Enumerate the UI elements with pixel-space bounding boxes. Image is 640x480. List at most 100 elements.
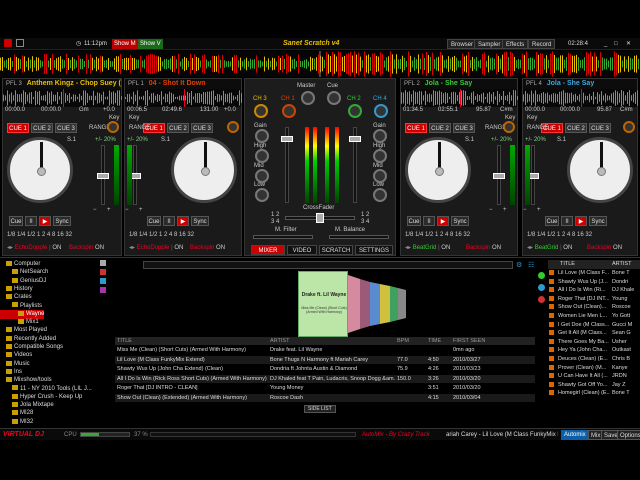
side-list-item[interactable]: Shawty Got Off Yo... Jay Z (548, 381, 640, 390)
filter-folder-icon[interactable] (100, 287, 106, 293)
play-button[interactable]: ▶ (177, 216, 189, 226)
key-knob[interactable] (107, 121, 119, 133)
jog-wheel[interactable] (567, 137, 633, 203)
low-knob-right[interactable] (373, 188, 387, 202)
play-button[interactable]: ▶ (39, 216, 51, 226)
table-row[interactable]: Lil Love (M Class FunkyMix Extend) Bone T… (115, 355, 535, 364)
tab-mixer[interactable]: MIXER (251, 245, 285, 255)
loop-length-buttons[interactable]: 1/8 1/4 1/2 1 2 4 8 16 32 (527, 230, 592, 240)
key-knob[interactable] (623, 121, 635, 133)
side-list-item[interactable]: All I Do Is Win (Ri... DJ Khale (548, 286, 640, 295)
effect-on-button[interactable]: ON (174, 245, 183, 251)
column-header[interactable]: FIRST SEEN (453, 337, 503, 345)
mid-knob-right[interactable] (373, 169, 387, 183)
pfl-button[interactable]: PFL 4 (523, 81, 545, 87)
side-list-item[interactable]: Lil Love (M Class F... Bone T (548, 269, 640, 278)
options-button[interactable]: Options (617, 430, 640, 440)
pitch-minus-button[interactable]: − (93, 207, 97, 213)
side-list-item[interactable]: I Get Doe (M Class... Gucci M (548, 321, 640, 330)
search-options-icon[interactable]: ⚙ (516, 261, 522, 269)
sync-button[interactable]: Sync (451, 216, 469, 226)
cue-button[interactable]: Cue (147, 216, 161, 226)
effect-on-button[interactable]: ON (441, 245, 450, 251)
side-list-item[interactable]: Hey Ya (John Cha... Outkast (548, 346, 640, 355)
key-knob[interactable] (227, 121, 239, 133)
show-m-button[interactable]: Show M (112, 39, 138, 49)
table-row[interactable]: Shawty Wus Up (John Cha Extend) (Clean) D… (115, 365, 535, 373)
tab-settings[interactable]: SETTINGS (355, 245, 393, 255)
pfl-button[interactable]: PFL 2 (401, 81, 423, 87)
tree-item[interactable]: MI32 (0, 418, 33, 427)
cue2-button[interactable]: CUE 2 (429, 123, 451, 133)
pfl-button[interactable]: PFL 3 (3, 81, 25, 87)
ch2-knob[interactable] (348, 104, 362, 118)
jog-wheel[interactable] (171, 137, 237, 203)
high-knob-right[interactable] (373, 149, 387, 163)
side-list-item[interactable]: Prover (Clean) (M... Kanye (548, 364, 640, 373)
pitch-slider[interactable] (527, 145, 539, 205)
pitch-plus-button[interactable]: + (107, 207, 111, 213)
crossfader-handle[interactable] (316, 213, 324, 223)
jog-wheel[interactable] (7, 137, 73, 203)
table-row[interactable]: Roger That [DJ INTRO - CLEAN] Young Money… (115, 384, 535, 392)
side-list-item[interactable]: Deuces (Clean) (E... Chris B (548, 355, 640, 364)
pause-button[interactable]: II (561, 216, 573, 226)
tab-video[interactable]: VIDEO (287, 245, 317, 255)
search-input[interactable] (143, 261, 513, 269)
side-list-button[interactable]: SIDE LIST (304, 405, 336, 413)
effect-on-button[interactable]: ON (563, 245, 572, 251)
cue2-button[interactable]: CUE 2 (565, 123, 587, 133)
effect-name[interactable]: BeatGrid (413, 245, 437, 251)
sampler-on-button[interactable]: ON (613, 245, 622, 251)
cue2-button[interactable]: CUE 2 (31, 123, 53, 133)
mid-knob-left[interactable] (255, 169, 269, 183)
pfl-button[interactable]: PFL 1 (125, 81, 147, 87)
sampler-name[interactable]: Backspin (466, 245, 490, 251)
column-header[interactable]: ARTIST (612, 260, 631, 269)
cue3-button[interactable]: CUE 3 (55, 123, 77, 133)
album-cover-selected[interactable]: Drake ft. Lil Wayne Miss Me (Clean) (Sho… (298, 271, 348, 337)
sampler-name[interactable]: Backspin (69, 245, 93, 251)
tab-scratch[interactable]: SCRATCH (319, 245, 353, 255)
loop-length-buttons[interactable]: 1/8 1/4 1/2 1 2 4 8 16 32 (7, 230, 72, 240)
record-button[interactable]: Record (528, 39, 556, 49)
side-list-item[interactable]: Get It All (M Class... Sean G (548, 329, 640, 338)
play-button[interactable]: ▶ (437, 216, 449, 226)
sampler-button[interactable]: Sampler (474, 39, 505, 49)
table-row[interactable]: Miss Me (Clean) (Short Cuts) (Armed With… (115, 346, 535, 354)
cue-button[interactable]: Cue (407, 216, 421, 226)
cover-flow-stack[interactable] (348, 271, 418, 337)
channel-1-fader[interactable] (281, 127, 293, 203)
side-list-item[interactable]: There Goes My Ba... Usher (548, 338, 640, 347)
pitch-plus-button[interactable]: + (139, 207, 143, 213)
deck-waveform[interactable] (401, 89, 518, 107)
effects-button[interactable]: Effects (502, 39, 529, 49)
side-list-item[interactable]: Show Out (Clean)... Roscoe (548, 303, 640, 312)
browser-button[interactable]: Browser (447, 39, 478, 49)
automix-button[interactable]: Automix (561, 430, 589, 440)
high-knob-left[interactable] (255, 149, 269, 163)
pitch-plus-button[interactable]: + (503, 207, 507, 213)
sidelist-add-icon[interactable] (538, 272, 545, 279)
maximize-icon[interactable]: □ (614, 39, 618, 49)
pitch-minus-button[interactable]: − (523, 207, 527, 213)
window-icon[interactable] (16, 39, 24, 47)
show-v-button[interactable]: Show V (138, 39, 163, 49)
channel-2-fader[interactable] (349, 127, 361, 203)
deck-waveform[interactable] (3, 89, 122, 107)
cue3-button[interactable]: CUE 3 (589, 123, 611, 133)
close-icon[interactable]: ✕ (626, 39, 631, 49)
column-header[interactable]: TITLE (560, 260, 575, 269)
cue1-button[interactable]: CUE 1 (405, 123, 427, 133)
loop-length-buttons[interactable]: 1/8 1/4 1/2 1 2 4 8 16 32 (405, 230, 470, 240)
effect-name[interactable]: EchoDopple (137, 245, 170, 251)
ch1-knob[interactable] (282, 104, 296, 118)
ch3-knob[interactable] (254, 104, 268, 118)
cue1-button[interactable]: CUE 1 (7, 123, 29, 133)
pitch-slider[interactable] (97, 145, 109, 205)
effect-name[interactable]: EchoDopple (15, 245, 48, 251)
cue3-button[interactable]: CUE 3 (191, 123, 213, 133)
column-header[interactable]: TIME (428, 337, 450, 345)
side-list-item[interactable]: Shawty Wus Up (J... Dondri (548, 278, 640, 287)
cue3-button[interactable]: CUE 3 (453, 123, 475, 133)
